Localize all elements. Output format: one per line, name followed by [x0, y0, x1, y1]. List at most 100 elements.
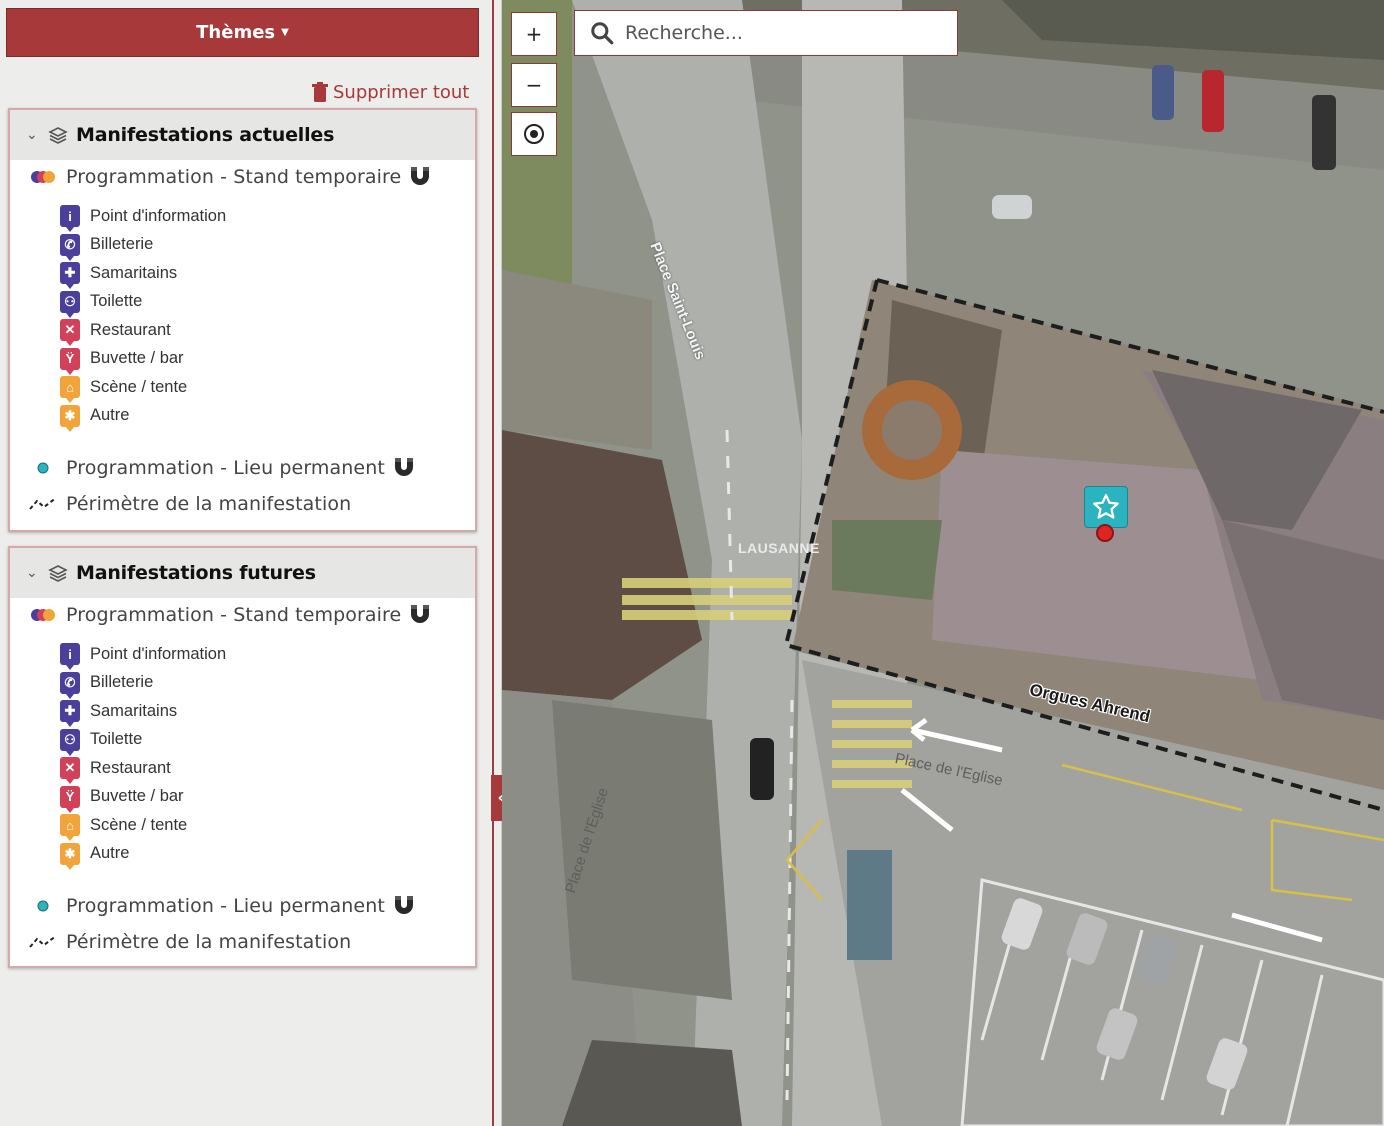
symbol-label: Buvette / bar [90, 349, 184, 368]
symbol-item: Ÿ Buvette / bar [60, 783, 226, 813]
symbol-item: ⚇ Toilette [60, 726, 226, 756]
layer-label: Périmètre de la manifestation [66, 493, 352, 515]
info-icon: i [60, 205, 80, 233]
symbol-label: Toilette [90, 292, 143, 311]
restaurant-icon: ✕ [60, 319, 80, 347]
star-icon [1093, 494, 1119, 519]
symbol-list: i Point d'information ✆ Billeterie ✚ Samarita… [60, 202, 227, 432]
panel-title: Manifestations futures [76, 562, 316, 584]
layer-label: Périmètre de la manifestation [66, 931, 352, 953]
first-aid-icon: ✚ [60, 262, 80, 290]
layer-label: Programmation - Lieu permanent [66, 895, 385, 917]
map-canvas[interactable]: Place Saint-Louis Place de l'Eglise Plac… [502, 0, 1384, 1126]
road-marking-lausanne: LAUSANNE [738, 540, 820, 556]
search-input[interactable] [625, 22, 945, 44]
layer-perimetre[interactable]: Périmètre de la manifestation [28, 493, 351, 515]
symbol-item: ✱ Autre [60, 840, 226, 870]
magnet-icon[interactable] [393, 896, 415, 916]
trash-icon [312, 82, 328, 102]
symbol-label: Autre [90, 844, 130, 863]
chevron-down-icon[interactable]: ⌄ [26, 127, 40, 143]
restaurant-icon: ✕ [60, 757, 80, 785]
delete-all-button[interactable]: Supprimer tout [312, 79, 469, 105]
symbol-label: Point d'information [90, 206, 227, 225]
symbol-label: Toilette [90, 730, 143, 749]
symbol-label: Billeterie [90, 673, 154, 692]
symbol-item: ⌂ Scène / tente [60, 373, 226, 404]
locate-icon [524, 124, 544, 144]
search-box[interactable] [574, 10, 958, 56]
panel-header[interactable]: ⌄ Manifestations futures [10, 548, 475, 598]
symbol-label: Scène / tente [90, 815, 188, 834]
symbol-label: Samaritains [90, 701, 178, 720]
layer-label: Programmation - Stand temporaire [66, 604, 402, 626]
symbol-label: Restaurant [90, 320, 171, 339]
themes-dropdown-button[interactable]: Thèmes ▼ [6, 8, 479, 57]
dashed-line-icon [29, 497, 57, 510]
symbol-item: Ÿ Buvette / bar [60, 345, 226, 375]
delete-all-label: Supprimer tout [333, 81, 470, 103]
layer-label: Programmation - Lieu permanent [66, 457, 385, 479]
poi-anchor-dot [1096, 524, 1114, 542]
magnet-icon[interactable] [409, 167, 431, 187]
sidebar: Thèmes ▼ Supprimer tout ⌄ Manifestations… [0, 0, 492, 1126]
toilet-icon: ⚇ [60, 728, 80, 756]
multi-dot-icon [31, 171, 55, 183]
symbol-label: Buvette / bar [90, 787, 184, 806]
magnet-icon[interactable] [409, 605, 431, 625]
magnet-icon[interactable] [393, 458, 415, 478]
symbol-item: ✕ Restaurant [60, 754, 226, 785]
poi-marker[interactable] [1084, 486, 1128, 528]
symbol-label: Autre [90, 406, 130, 425]
zoom-in-button[interactable]: + [511, 12, 557, 56]
symbol-label: Point d'information [90, 644, 227, 663]
locate-button[interactable] [511, 112, 557, 156]
symbol-item: ✆ Billeterie [60, 231, 226, 261]
symbol-list: i Point d'information ✆ Billeterie ✚ Samarita… [60, 640, 227, 870]
ticket-icon: ✆ [60, 233, 80, 261]
layers-icon [48, 127, 68, 144]
toilet-icon: ⚇ [60, 290, 80, 318]
aerial-imagery [502, 0, 1384, 1126]
layers-icon [48, 565, 68, 582]
symbol-item: ✆ Billeterie [60, 669, 226, 699]
search-icon [591, 22, 614, 45]
layer-stand-temporaire[interactable]: Programmation - Stand temporaire [28, 604, 431, 626]
multi-dot-icon [31, 609, 55, 621]
sidebar-splitter[interactable] [492, 0, 502, 1126]
symbol-label: Billeterie [90, 235, 154, 254]
zoom-out-button[interactable]: − [511, 63, 557, 107]
panel-title: Manifestations actuelles [76, 124, 335, 146]
symbol-item: ✚ Samaritains [60, 259, 226, 290]
layer-perimetre[interactable]: Périmètre de la manifestation [28, 931, 351, 953]
symbol-item: ✚ Samaritains [60, 697, 226, 728]
layer-stand-temporaire[interactable]: Programmation - Stand temporaire [28, 166, 431, 188]
other-icon: ✱ [60, 842, 80, 870]
panel-manifestations-futures: ⌄ Manifestations futures Programmation -… [8, 546, 477, 968]
panel-header[interactable]: ⌄ Manifestations actuelles [10, 110, 475, 160]
teal-dot-icon [37, 462, 49, 474]
stage-icon: ⌂ [60, 376, 80, 404]
stage-icon: ⌂ [60, 814, 80, 842]
panel-manifestations-actuelles: ⌄ Manifestations actuelles Programmation… [8, 108, 477, 532]
bar-icon: Ÿ [60, 347, 80, 375]
layer-label: Programmation - Stand temporaire [66, 166, 402, 188]
symbol-item: ⌂ Scène / tente [60, 811, 226, 842]
symbol-item: i Point d'information [60, 202, 227, 233]
bar-icon: Ÿ [60, 785, 80, 813]
symbol-item: i Point d'information [60, 640, 227, 671]
chevron-down-icon[interactable]: ⌄ [26, 565, 40, 581]
themes-label: Thèmes [196, 22, 276, 43]
layer-lieu-permanent[interactable]: Programmation - Lieu permanent [28, 457, 415, 479]
info-icon: i [60, 643, 80, 671]
symbol-item: ✕ Restaurant [60, 316, 226, 347]
other-icon: ✱ [60, 404, 80, 432]
symbol-label: Samaritains [90, 263, 178, 282]
ticket-icon: ✆ [60, 671, 80, 699]
symbol-label: Restaurant [90, 758, 171, 777]
layer-lieu-permanent[interactable]: Programmation - Lieu permanent [28, 895, 415, 917]
teal-dot-icon [37, 900, 49, 912]
caret-down-icon: ▼ [281, 27, 289, 38]
dashed-line-icon [29, 935, 57, 948]
symbol-item: ⚇ Toilette [60, 288, 226, 318]
